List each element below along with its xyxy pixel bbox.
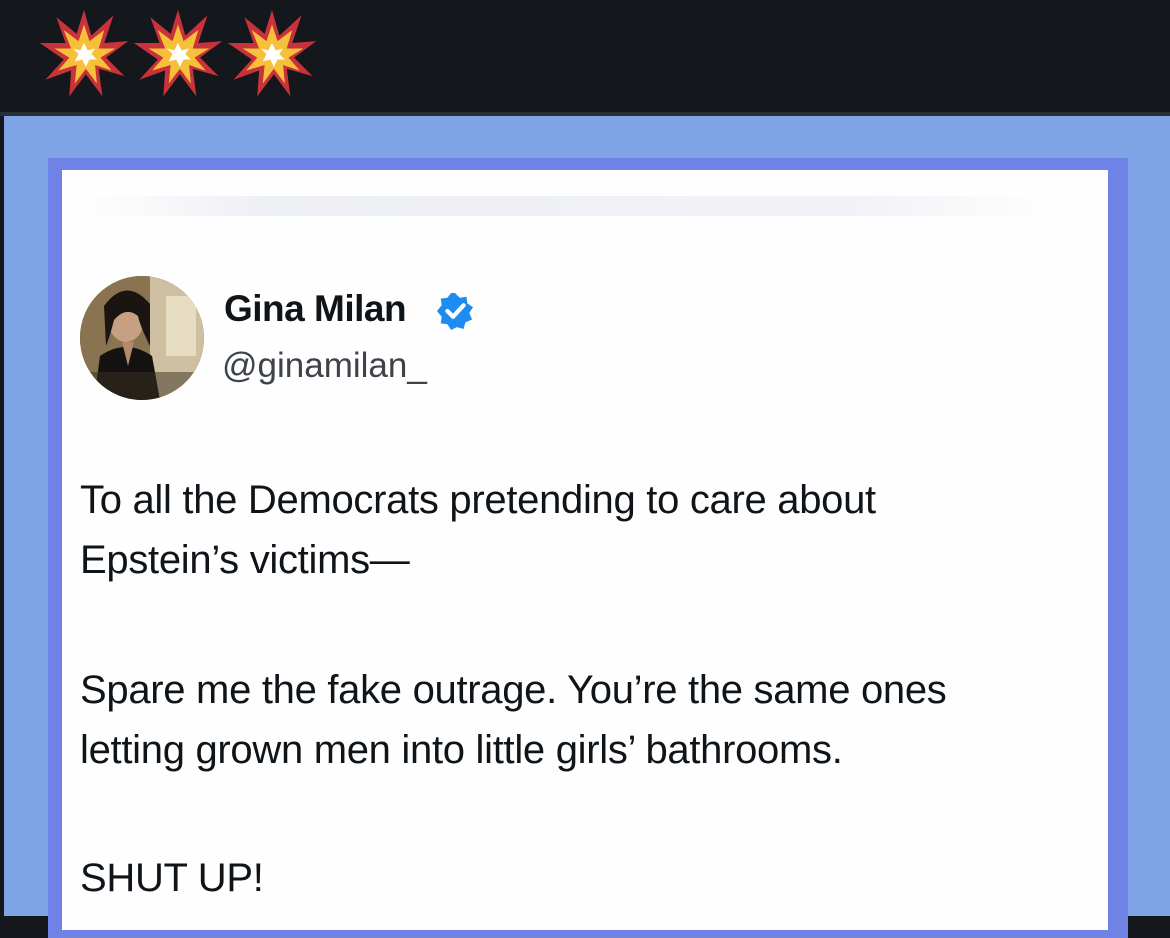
tweet-line: Epstein’s victims— <box>80 538 410 582</box>
display-name[interactable]: Gina Milan <box>224 290 407 327</box>
emoji-row <box>38 8 318 100</box>
tweet-paragraph-3: SHUT UP! <box>80 848 264 908</box>
collision-icon <box>227 9 317 97</box>
tweet-paragraph-2: Spare me the fake outrage. You’re the sa… <box>80 660 947 780</box>
tweet-line: To all the Democrats pretending to care … <box>80 478 876 522</box>
collision-icon <box>39 9 129 97</box>
user-handle[interactable]: @ginamilan_ <box>222 348 427 383</box>
tweet-line: Spare me the fake outrage. You’re the sa… <box>80 668 947 712</box>
top-bar <box>0 0 1170 114</box>
tweet-paragraph-1: To all the Democrats pretending to care … <box>80 470 876 590</box>
avatar-photo <box>80 276 204 400</box>
tweet-line: letting grown men into little girls’ bat… <box>80 728 843 772</box>
verified-badge-icon <box>436 292 474 330</box>
avatar[interactable] <box>80 276 204 400</box>
tweet-line: SHUT UP! <box>80 856 264 900</box>
faded-text-strip <box>82 196 1052 216</box>
collision-icon <box>133 9 223 97</box>
